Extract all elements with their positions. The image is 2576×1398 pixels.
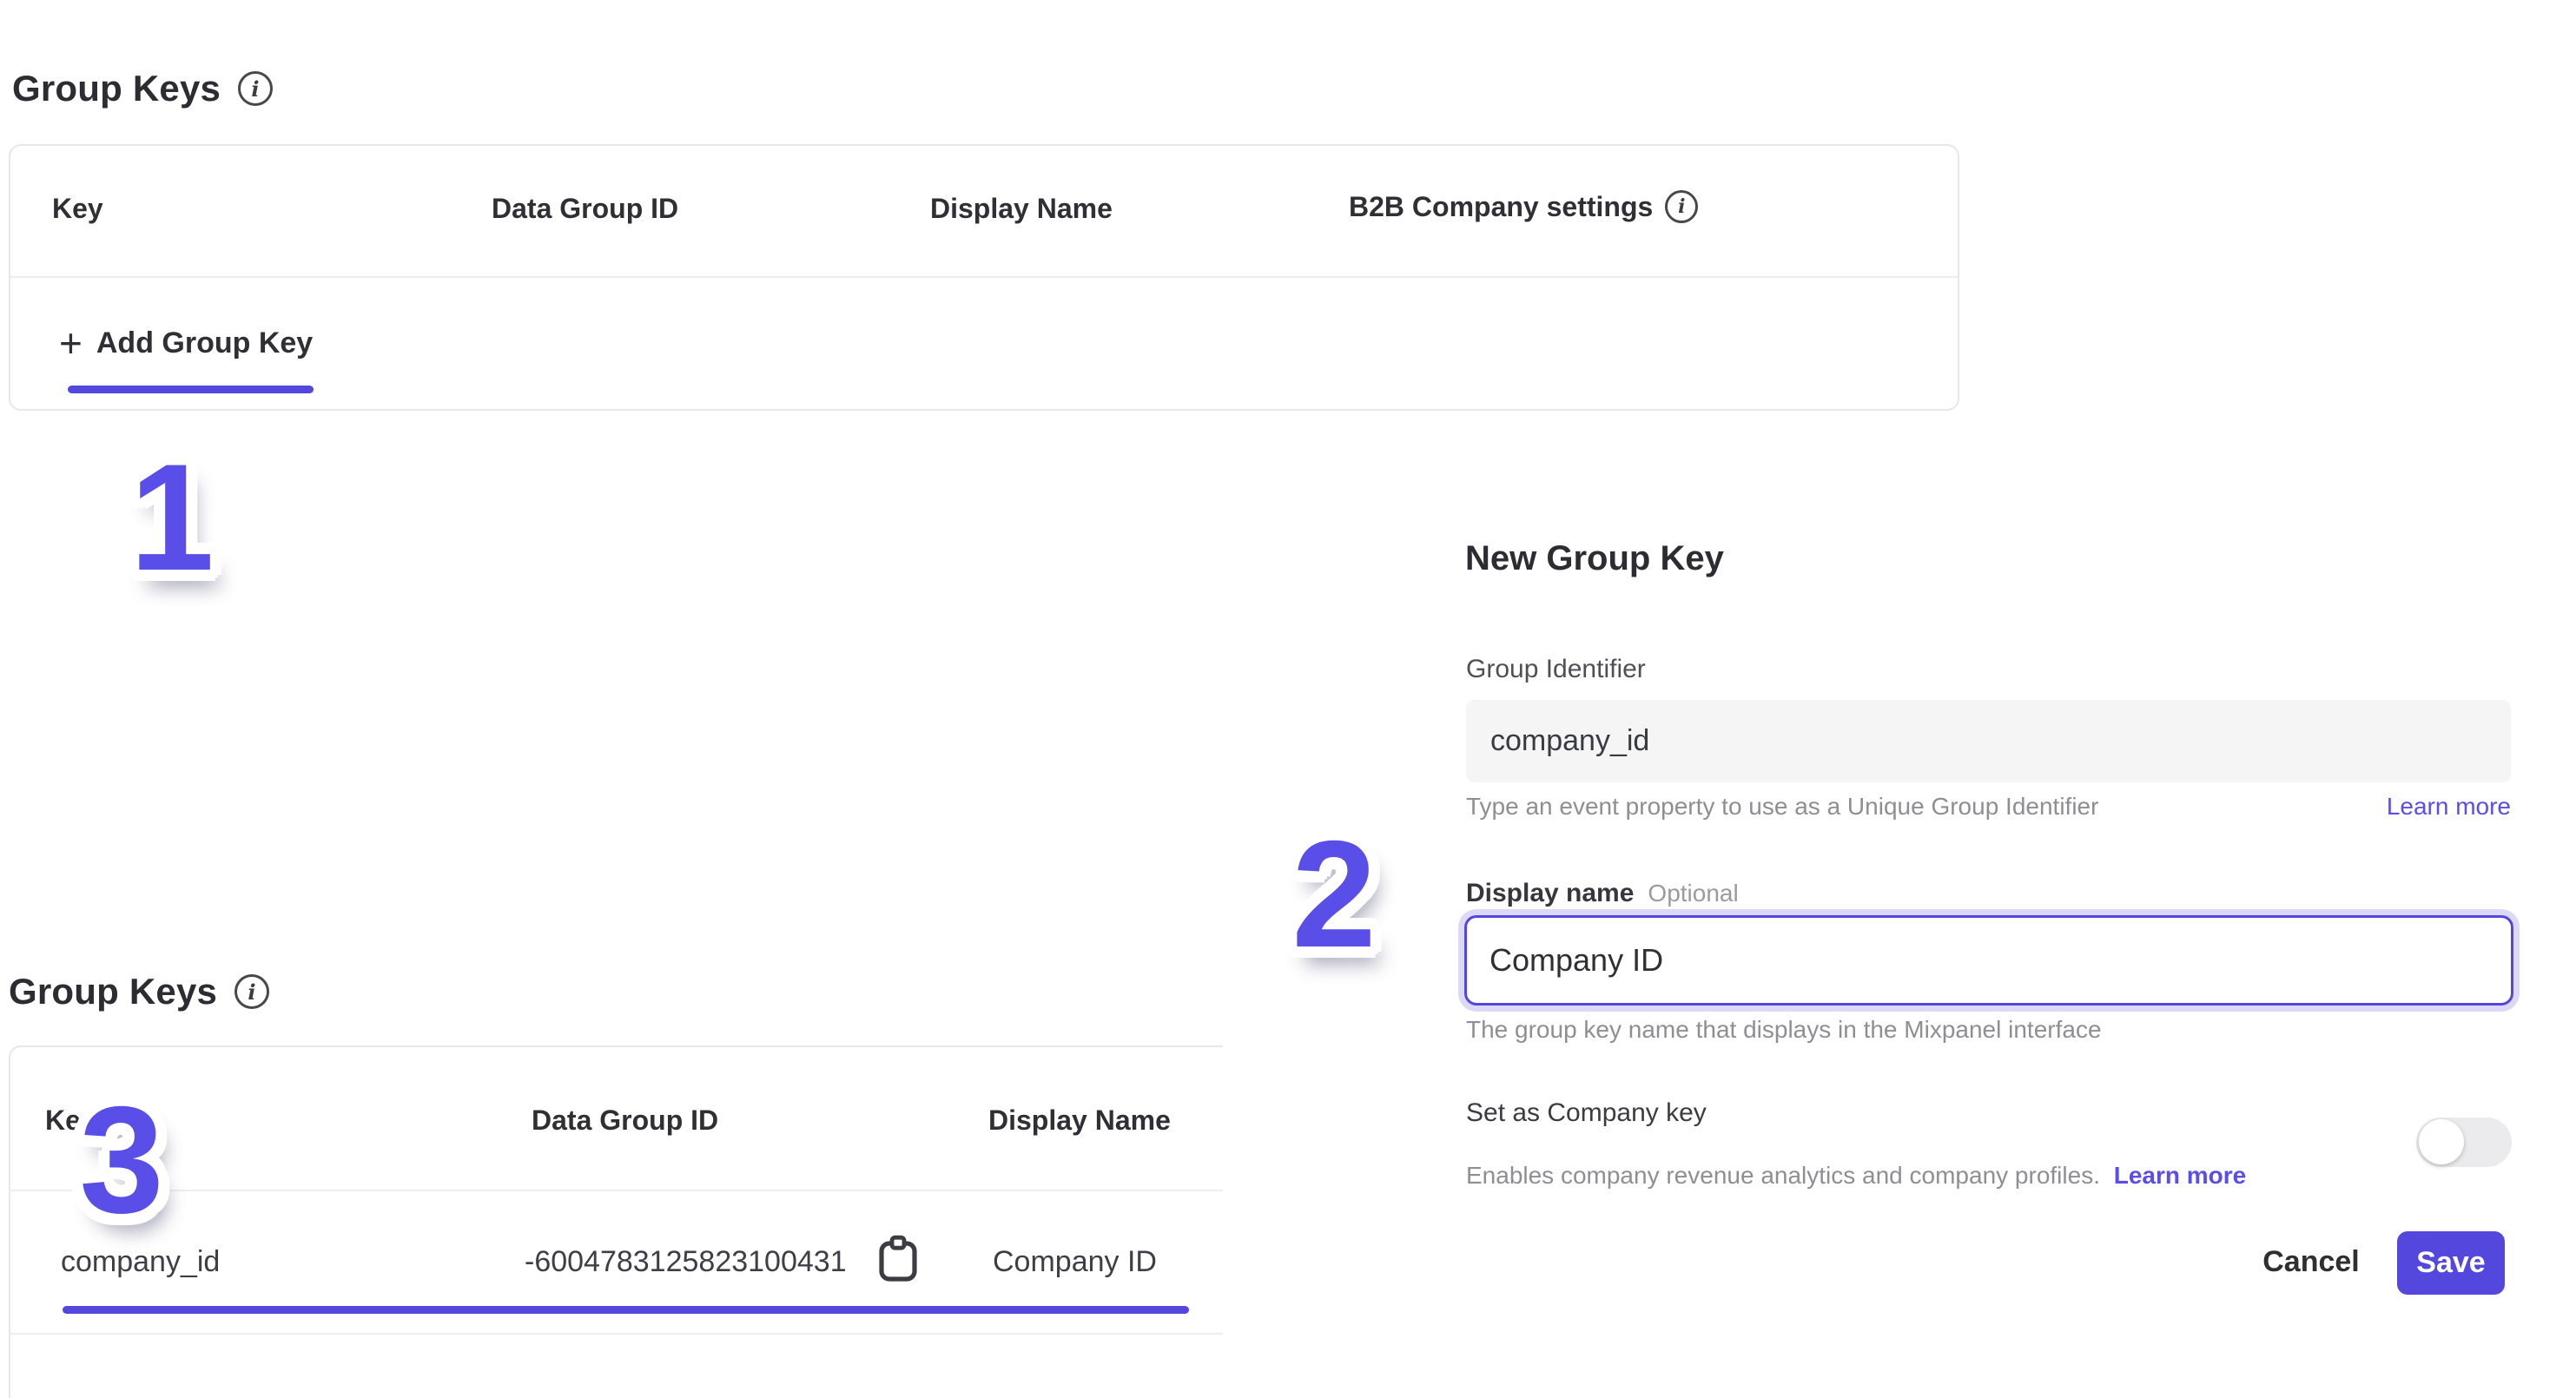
group-identifier-input[interactable] [1466,700,2511,782]
display-name-helper: The group key name that displays in the … [1466,1016,2102,1044]
add-group-key-label: Add Group Key [96,326,313,360]
info-glyph: i [1678,195,1685,218]
display-name-label-row: Display name Optional [1466,879,1739,908]
step-1-badge: 1 [129,442,214,594]
info-icon[interactable]: i [238,71,273,106]
page-title: Group Keys [9,971,217,1012]
page-title: Group Keys [12,68,221,109]
table-header-divider [9,1190,1223,1191]
display-name-input[interactable] [1464,915,2513,1006]
save-button[interactable]: Save [2397,1231,2505,1295]
copy-icon[interactable] [877,1235,919,1283]
group-identifier-learn-more-link[interactable]: Learn more [2387,793,2511,821]
table-header-divider [10,276,1958,278]
table-row-divider [9,1333,1223,1335]
column-header-key: Key [52,193,103,225]
toggle-knob [2419,1119,2464,1164]
group-keys-table-filled [9,1045,1223,1398]
cancel-button[interactable]: Cancel [2259,1245,2363,1279]
info-icon[interactable]: i [1665,190,1698,223]
group-keys-table-empty [9,144,1959,411]
step3-highlight-underline [63,1306,1189,1314]
info-icon[interactable]: i [234,974,269,1009]
group-keys-heading-bottom: Group Keys i [9,971,269,1012]
column-header-data-group-id: Data Group ID [492,193,678,225]
column-header-display-name: Display Name [930,193,1113,225]
company-key-helper: Enables company revenue analytics and co… [1466,1162,2246,1190]
new-group-key-title: New Group Key [1465,539,1724,578]
info-glyph: i [248,979,255,1005]
column-header-display-name: Display Name [988,1105,1171,1137]
clipboard-icon-svg [877,1235,919,1283]
row-display-name-cell: Company ID [993,1245,1157,1279]
display-name-label: Display name [1466,879,1634,908]
column-header-data-group-id: Data Group ID [532,1105,718,1137]
company-key-helper-text: Enables company revenue analytics and co… [1466,1162,2100,1189]
company-key-learn-more-link[interactable]: Learn more [2114,1162,2247,1189]
info-glyph: i [251,76,259,102]
company-key-toggle[interactable] [2416,1118,2512,1167]
row-key-cell: company_id [61,1245,220,1279]
step-2-badge: 2 [1291,819,1376,971]
set-as-company-key-label: Set as Company key [1466,1098,1707,1128]
add-group-key-button[interactable]: + Add Group Key [59,323,313,363]
step-3-badge: 3 [79,1085,163,1236]
group-identifier-helper: Type an event property to use as a Uniqu… [1466,793,2098,821]
step1-highlight-underline [68,386,314,393]
page: Group Keys i Key Data Group ID Display N… [0,0,2576,1398]
group-identifier-label: Group Identifier [1466,655,1646,684]
row-data-group-id-cell: -6004783125823100431 [525,1245,847,1279]
column-header-b2b-label: B2B Company settings [1349,191,1653,223]
column-header-b2b-company-settings: B2B Company settings i [1349,190,1698,223]
plus-icon: + [59,323,83,363]
group-keys-heading-top: Group Keys i [12,68,273,109]
display-name-optional-tag: Optional [1648,880,1738,907]
